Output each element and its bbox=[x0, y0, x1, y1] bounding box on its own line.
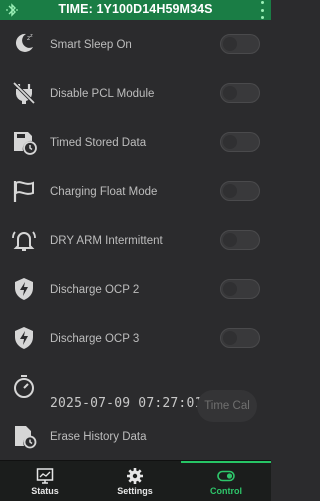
tab-label: Control bbox=[210, 486, 242, 496]
setting-row-timed-stored: Timed Stored Data bbox=[0, 118, 271, 167]
monitor-chart-icon bbox=[36, 468, 54, 484]
plug-off-icon bbox=[11, 80, 37, 106]
alarm-bell-icon bbox=[11, 227, 37, 253]
title-bar: TIME: 1Y100D14H59M34S bbox=[0, 0, 271, 20]
shield-bolt-icon bbox=[11, 276, 37, 302]
setting-row-smart-sleep: z z Smart Sleep On bbox=[0, 20, 271, 69]
tab-label: Status bbox=[31, 486, 59, 496]
dry-arm-toggle[interactable] bbox=[220, 230, 260, 250]
erase-history-icon bbox=[11, 423, 37, 449]
setting-row-disable-pcl: Disable PCL Module bbox=[0, 69, 271, 118]
setting-row-dry-arm: DRY ARM Intermittent bbox=[0, 216, 271, 265]
setting-row-charging-float: Charging Float Mode bbox=[0, 167, 271, 216]
more-menu-icon[interactable] bbox=[259, 1, 265, 19]
discharge-ocp3-toggle[interactable] bbox=[220, 328, 260, 348]
tab-control[interactable]: Control bbox=[181, 461, 271, 501]
disable-pcl-toggle[interactable] bbox=[220, 83, 260, 103]
discharge-ocp2-toggle[interactable] bbox=[220, 279, 260, 299]
tab-status[interactable]: Status bbox=[0, 461, 90, 501]
page-title: TIME: 1Y100D14H59M34S bbox=[58, 2, 213, 16]
sleep-icon: z z bbox=[11, 30, 37, 56]
bottom-navigation: Status Settings Control bbox=[0, 460, 271, 501]
smart-sleep-toggle[interactable] bbox=[220, 34, 260, 54]
setting-label: Discharge OCP 3 bbox=[50, 333, 140, 345]
gear-icon bbox=[127, 468, 143, 484]
erase-history-label: Erase History Data bbox=[50, 431, 147, 443]
setting-label: Charging Float Mode bbox=[50, 186, 158, 198]
save-clock-icon bbox=[11, 129, 37, 155]
setting-label: Disable PCL Module bbox=[50, 88, 155, 100]
setting-label: Smart Sleep On bbox=[50, 39, 132, 51]
flag-icon bbox=[11, 178, 37, 204]
tab-settings[interactable]: Settings bbox=[90, 461, 180, 501]
tab-label: Settings bbox=[117, 486, 153, 496]
shield-bolt-icon bbox=[11, 325, 37, 351]
svg-text:z: z bbox=[30, 33, 33, 39]
setting-row-discharge-ocp2: Discharge OCP 2 bbox=[0, 265, 271, 314]
charging-float-toggle[interactable] bbox=[220, 181, 260, 201]
setting-label: Discharge OCP 2 bbox=[50, 284, 140, 296]
toggle-icon bbox=[217, 470, 235, 482]
setting-label: Timed Stored Data bbox=[50, 137, 147, 149]
erase-history-row[interactable]: Erase History Data bbox=[0, 412, 271, 458]
setting-label: DRY ARM Intermittent bbox=[50, 235, 163, 247]
timed-stored-toggle[interactable] bbox=[220, 132, 260, 152]
setting-row-discharge-ocp3: Discharge OCP 3 bbox=[0, 314, 271, 363]
timer-icon bbox=[11, 374, 37, 400]
settings-list[interactable]: z z Smart Sleep On Disable PCL Module Ti… bbox=[0, 20, 271, 458]
device-datetime: 2025-07-09 07:27:01 bbox=[50, 396, 203, 411]
